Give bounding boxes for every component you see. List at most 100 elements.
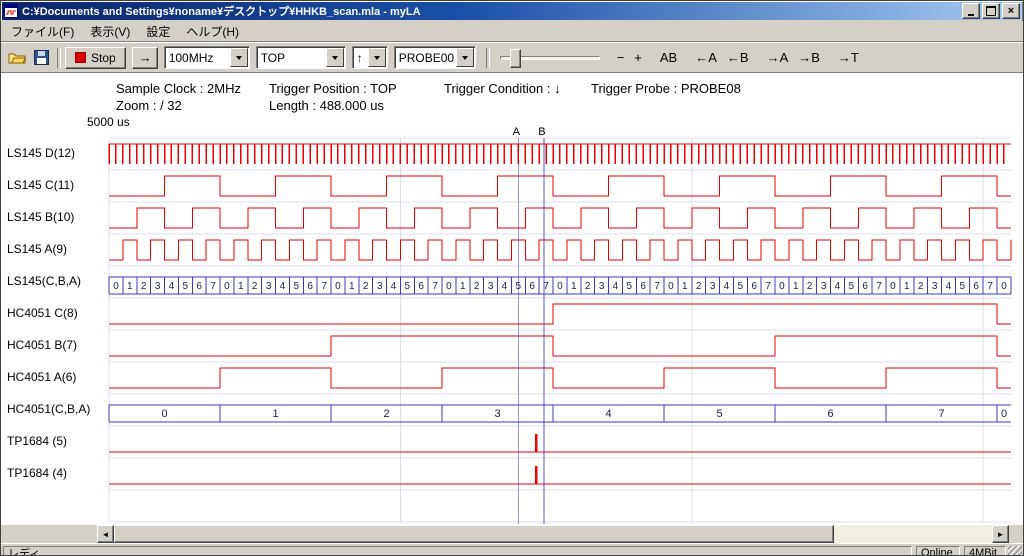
svg-text:2: 2 — [252, 281, 258, 292]
prev-b-button[interactable]: ←B — [722, 49, 754, 66]
waveform-canvas[interactable]: AB01234567012345670123456701234567012345… — [1, 73, 1023, 525]
svg-text:7: 7 — [765, 281, 771, 292]
toolbar-separator — [57, 48, 61, 68]
scrollbar-track[interactable] — [114, 525, 992, 543]
scrollbar-corner — [1, 525, 97, 543]
stop-button[interactable]: Stop — [65, 47, 126, 69]
svg-text:6: 6 — [973, 281, 979, 292]
menu-view[interactable]: 表示(V) — [82, 21, 138, 42]
svg-text:5: 5 — [294, 281, 300, 292]
trigger-edge-select[interactable]: ↑ — [352, 46, 388, 69]
svg-text:3: 3 — [821, 281, 827, 292]
goto-trigger-button[interactable]: →T — [833, 49, 864, 66]
chevron-down-icon[interactable] — [368, 48, 386, 67]
open-button[interactable] — [5, 46, 29, 70]
svg-text:3: 3 — [599, 281, 605, 292]
minimize-button[interactable] — [962, 3, 980, 19]
minimize-icon — [968, 14, 974, 16]
run-button[interactable]: → — [132, 47, 158, 69]
svg-text:0: 0 — [557, 281, 563, 292]
svg-text:6: 6 — [862, 281, 868, 292]
menu-settings[interactable]: 設定 — [138, 21, 178, 42]
svg-text:5: 5 — [405, 281, 411, 292]
chevron-down-icon[interactable] — [230, 48, 248, 67]
zoom-out-button[interactable]: − — [612, 49, 630, 66]
svg-text:4: 4 — [169, 281, 175, 292]
app-window: C:¥Documents and Settings¥noname¥デスクトップ¥… — [0, 0, 1024, 556]
svg-text:1: 1 — [272, 408, 278, 420]
cursor-ab-button[interactable]: AB — [655, 49, 682, 66]
svg-text:5: 5 — [849, 281, 855, 292]
channel-wave-9 — [109, 434, 1011, 452]
scrollbar-corner — [1009, 525, 1023, 543]
toolbar: Stop → 100MHz TOP ↑ PROBE00 − + AB — [1, 42, 1023, 73]
channel-wave-1 — [109, 176, 1011, 196]
svg-text:2: 2 — [807, 281, 813, 292]
svg-text:7: 7 — [938, 408, 944, 420]
svg-text:1: 1 — [127, 281, 133, 292]
svg-text:7: 7 — [876, 281, 882, 292]
scrollbar-thumb[interactable] — [114, 525, 834, 543]
close-icon: × — [1008, 5, 1014, 18]
svg-text:2: 2 — [141, 281, 147, 292]
scroll-right-button[interactable]: ► — [992, 525, 1009, 543]
zoom-slider[interactable] — [498, 48, 602, 68]
svg-text:1: 1 — [571, 281, 577, 292]
svg-text:3: 3 — [932, 281, 938, 292]
save-button[interactable] — [29, 46, 53, 70]
menu-bar: ファイル(F) 表示(V) 設定 ヘルプ(H) — [1, 21, 1023, 42]
svg-text:4: 4 — [502, 281, 508, 292]
svg-text:3: 3 — [710, 281, 716, 292]
maximize-button[interactable] — [982, 3, 1000, 19]
close-button[interactable]: × — [1002, 3, 1020, 19]
menu-help[interactable]: ヘルプ(H) — [178, 21, 247, 42]
zoom-in-button[interactable]: + — [629, 49, 647, 66]
menu-file[interactable]: ファイル(F) — [3, 21, 82, 42]
status-online: Online — [916, 546, 960, 556]
svg-text:0: 0 — [890, 281, 896, 292]
stop-icon — [75, 52, 86, 63]
channel-wave-2 — [109, 208, 1011, 228]
svg-text:7: 7 — [321, 281, 327, 292]
status-bar: レディ Online 4MBit — [1, 543, 1023, 556]
chevron-down-icon[interactable] — [326, 48, 344, 67]
channel-wave-10 — [109, 466, 1011, 484]
scroll-left-button[interactable]: ◄ — [97, 525, 114, 543]
svg-text:6: 6 — [827, 408, 833, 420]
app-icon — [4, 4, 18, 18]
channel-wave-8: 012345670 — [109, 405, 1011, 422]
svg-text:1: 1 — [349, 281, 355, 292]
svg-text:6: 6 — [640, 281, 646, 292]
stop-label: Stop — [91, 51, 116, 65]
svg-text:5: 5 — [738, 281, 744, 292]
svg-text:2: 2 — [363, 281, 369, 292]
channel-wave-3 — [109, 240, 1011, 260]
svg-text:3: 3 — [155, 281, 161, 292]
svg-text:2: 2 — [918, 281, 924, 292]
chevron-down-icon[interactable] — [456, 48, 474, 67]
svg-text:1: 1 — [460, 281, 466, 292]
next-a-button[interactable]: →A — [762, 49, 794, 66]
svg-text:1: 1 — [793, 281, 799, 292]
svg-text:0: 0 — [113, 281, 119, 292]
slider-thumb[interactable] — [510, 49, 521, 68]
sample-clock-select[interactable]: 100MHz — [164, 46, 250, 69]
trigger-probe-select[interactable]: PROBE00 — [394, 46, 476, 69]
svg-text:3: 3 — [494, 408, 500, 420]
next-b-button[interactable]: →B — [793, 49, 825, 66]
resize-grip[interactable] — [1008, 546, 1022, 556]
sample-clock-value: 100MHz — [165, 51, 229, 65]
svg-text:3: 3 — [266, 281, 272, 292]
window-title: C:¥Documents and Settings¥noname¥デスクトップ¥… — [22, 3, 421, 19]
cursor-b[interactable]: B — [538, 126, 545, 524]
horizontal-scrollbar[interactable]: ◄ ► — [97, 525, 1009, 543]
svg-text:6: 6 — [196, 281, 202, 292]
status-memory: 4MBit — [964, 546, 1006, 556]
cursor-a[interactable]: A — [513, 126, 521, 524]
title-bar: C:¥Documents and Settings¥noname¥デスクトップ¥… — [2, 2, 1022, 20]
svg-text:4: 4 — [946, 281, 952, 292]
trigger-position-select[interactable]: TOP — [256, 46, 346, 69]
prev-a-button[interactable]: ←A — [690, 49, 722, 66]
open-folder-icon — [8, 51, 26, 65]
svg-text:B: B — [538, 126, 545, 138]
